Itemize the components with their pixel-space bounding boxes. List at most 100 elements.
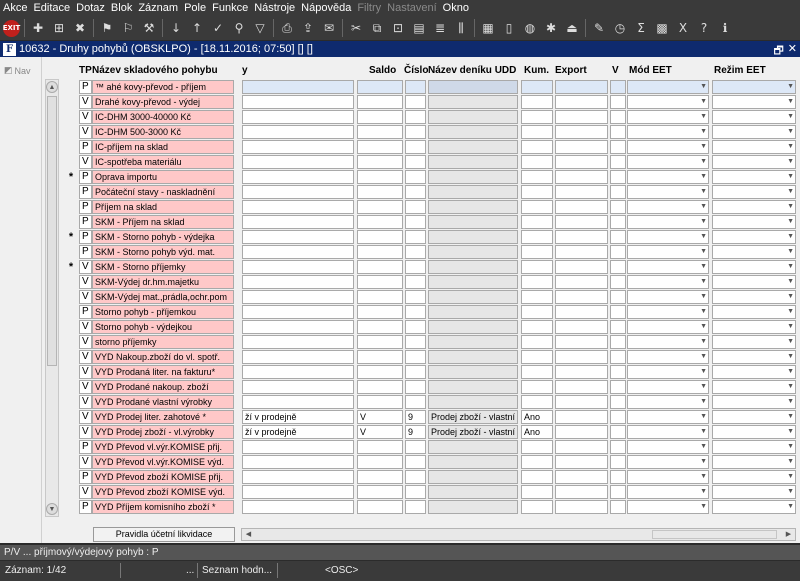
cell-c1[interactable]: ží v prodejně <box>242 425 354 439</box>
chevron-down-icon[interactable]: ▼ <box>700 396 707 408</box>
query-icon[interactable]: ⚑ <box>98 19 116 37</box>
cell-saldo[interactable] <box>357 485 403 499</box>
chevron-down-icon[interactable]: ▼ <box>787 171 794 183</box>
cell-name[interactable]: Oprava importu <box>92 170 234 184</box>
cell-denik[interactable] <box>428 365 518 379</box>
chevron-down-icon[interactable]: ▼ <box>787 351 794 363</box>
menu-item-6[interactable]: Funkce <box>209 2 251 14</box>
cell-c1[interactable] <box>242 395 354 409</box>
cell-saldo[interactable] <box>357 380 403 394</box>
cell-rezim-eet[interactable]: ▼ <box>712 170 796 184</box>
cell-export[interactable] <box>555 140 608 154</box>
cell-rezim-eet[interactable]: ▼ <box>712 290 796 304</box>
clock-icon[interactable]: ◷ <box>611 19 629 37</box>
cell-saldo[interactable] <box>357 440 403 454</box>
accounting-rules-button[interactable]: Pravidla účetní likvidace <box>93 527 235 542</box>
cell-kum[interactable] <box>521 290 553 304</box>
table-row[interactable]: P Příjem na sklad ▼ ▼ <box>0 200 800 215</box>
cell-mod-eet[interactable]: ▼ <box>627 500 709 514</box>
chevron-down-icon[interactable]: ▼ <box>700 291 707 303</box>
chevron-down-icon[interactable]: ▼ <box>700 501 707 513</box>
cell-cislo[interactable] <box>405 350 426 364</box>
menu-item-5[interactable]: Pole <box>181 2 209 14</box>
cell-c1[interactable] <box>242 185 354 199</box>
cell-rezim-eet[interactable]: ▼ <box>712 350 796 364</box>
chevron-down-icon[interactable]: ▼ <box>787 336 794 348</box>
export-icon[interactable]: ⇪ <box>299 19 317 37</box>
cell-mod-eet[interactable]: ▼ <box>627 365 709 379</box>
cell-denik[interactable] <box>428 125 518 139</box>
cell-kum[interactable] <box>521 455 553 469</box>
menu-item-2[interactable]: Dotaz <box>73 2 108 14</box>
cell-name[interactable]: VYD Převod vl.výr.KOMISE přij. <box>92 440 234 454</box>
cell-kum[interactable] <box>521 80 553 94</box>
chevron-down-icon[interactable]: ▼ <box>787 276 794 288</box>
cell-saldo[interactable] <box>357 275 403 289</box>
cell-denik[interactable] <box>428 350 518 364</box>
chevron-down-icon[interactable]: ▼ <box>700 81 707 93</box>
cut-icon[interactable]: ✂ <box>347 19 365 37</box>
menu-item-1[interactable]: Editace <box>30 2 73 14</box>
chevron-down-icon[interactable]: ▼ <box>700 306 707 318</box>
cell-c1[interactable] <box>242 305 354 319</box>
cell-name[interactable]: Storno pohyb - příjemkou <box>92 305 234 319</box>
globe-icon[interactable]: ◍ <box>521 19 539 37</box>
cell-cislo[interactable] <box>405 110 426 124</box>
cell-mod-eet[interactable]: ▼ <box>627 185 709 199</box>
table-row[interactable]: V VYD Převod zboží KOMISE výd. ▼ ▼ <box>0 485 800 500</box>
chevron-down-icon[interactable]: ▼ <box>787 321 794 333</box>
chevron-down-icon[interactable]: ▼ <box>787 411 794 423</box>
cell-export[interactable] <box>555 80 608 94</box>
copy-icon[interactable]: ⧉ <box>368 19 386 37</box>
cell-denik[interactable] <box>428 485 518 499</box>
search-icon[interactable]: ⚲ <box>230 19 248 37</box>
cell-c1[interactable] <box>242 380 354 394</box>
cell-mod-eet[interactable]: ▼ <box>627 140 709 154</box>
cell-saldo[interactable] <box>357 125 403 139</box>
cell-cislo[interactable] <box>405 245 426 259</box>
cell-rezim-eet[interactable]: ▼ <box>712 365 796 379</box>
checkmark-icon[interactable]: ✓ <box>209 19 227 37</box>
cell-export[interactable] <box>555 395 608 409</box>
cell-name[interactable]: SKM - Storno pohyb výd. mat. <box>92 245 234 259</box>
table-row[interactable]: V VYD Nakoup.zboží do vl. spotř. ▼ ▼ <box>0 350 800 365</box>
cell-kum[interactable] <box>521 185 553 199</box>
cell-mod-eet[interactable]: ▼ <box>627 290 709 304</box>
scroll-left-icon[interactable]: ◀ <box>243 529 254 540</box>
cell-name[interactable]: IC-DHM 3000-40000 Kč <box>92 110 234 124</box>
chevron-down-icon[interactable]: ▼ <box>700 96 707 108</box>
exit-icon[interactable]: EXIT <box>3 19 20 37</box>
cell-tp[interactable]: V <box>79 485 92 499</box>
cell-name[interactable]: VYD Převod vl.výr.KOMISE výd. <box>92 455 234 469</box>
cell-c1[interactable] <box>242 275 354 289</box>
edit-icon[interactable]: ✎ <box>590 19 608 37</box>
table-row[interactable]: V VYD Prodané nakoup. zboží ▼ ▼ <box>0 380 800 395</box>
chevron-down-icon[interactable]: ▼ <box>787 381 794 393</box>
cell-tp[interactable]: P <box>79 470 92 484</box>
cell-cislo[interactable] <box>405 95 426 109</box>
cell-saldo[interactable] <box>357 155 403 169</box>
cell-tp[interactable]: V <box>79 425 92 439</box>
execute-query-icon[interactable]: ⚐ <box>119 19 137 37</box>
cell-name[interactable]: ™ ahé kovy-převod - příjem <box>92 80 234 94</box>
cell-cislo[interactable] <box>405 260 426 274</box>
cell-tp[interactable]: P <box>79 440 92 454</box>
cell-rezim-eet[interactable]: ▼ <box>712 245 796 259</box>
cell-tp[interactable]: P <box>79 500 92 514</box>
chevron-down-icon[interactable]: ▼ <box>787 486 794 498</box>
cell-mod-eet[interactable]: ▼ <box>627 230 709 244</box>
cell-name[interactable]: IC-spotřeba materiálu <box>92 155 234 169</box>
cell-tp[interactable]: V <box>79 275 92 289</box>
cell-cislo[interactable] <box>405 275 426 289</box>
menu-item-8[interactable]: Nápověda <box>298 2 354 14</box>
cell-name[interactable]: IC-DHM 500-3000 Kč <box>92 125 234 139</box>
cell-tp[interactable]: V <box>79 350 92 364</box>
cell-kum[interactable] <box>521 260 553 274</box>
cell-cislo[interactable] <box>405 500 426 514</box>
cell-rezim-eet[interactable]: ▼ <box>712 410 796 424</box>
cell-kum[interactable] <box>521 200 553 214</box>
cell-mod-eet[interactable]: ▼ <box>627 470 709 484</box>
cell-cislo[interactable] <box>405 455 426 469</box>
columns-icon[interactable]: ⫼ <box>452 19 470 37</box>
cell-kum[interactable] <box>521 230 553 244</box>
